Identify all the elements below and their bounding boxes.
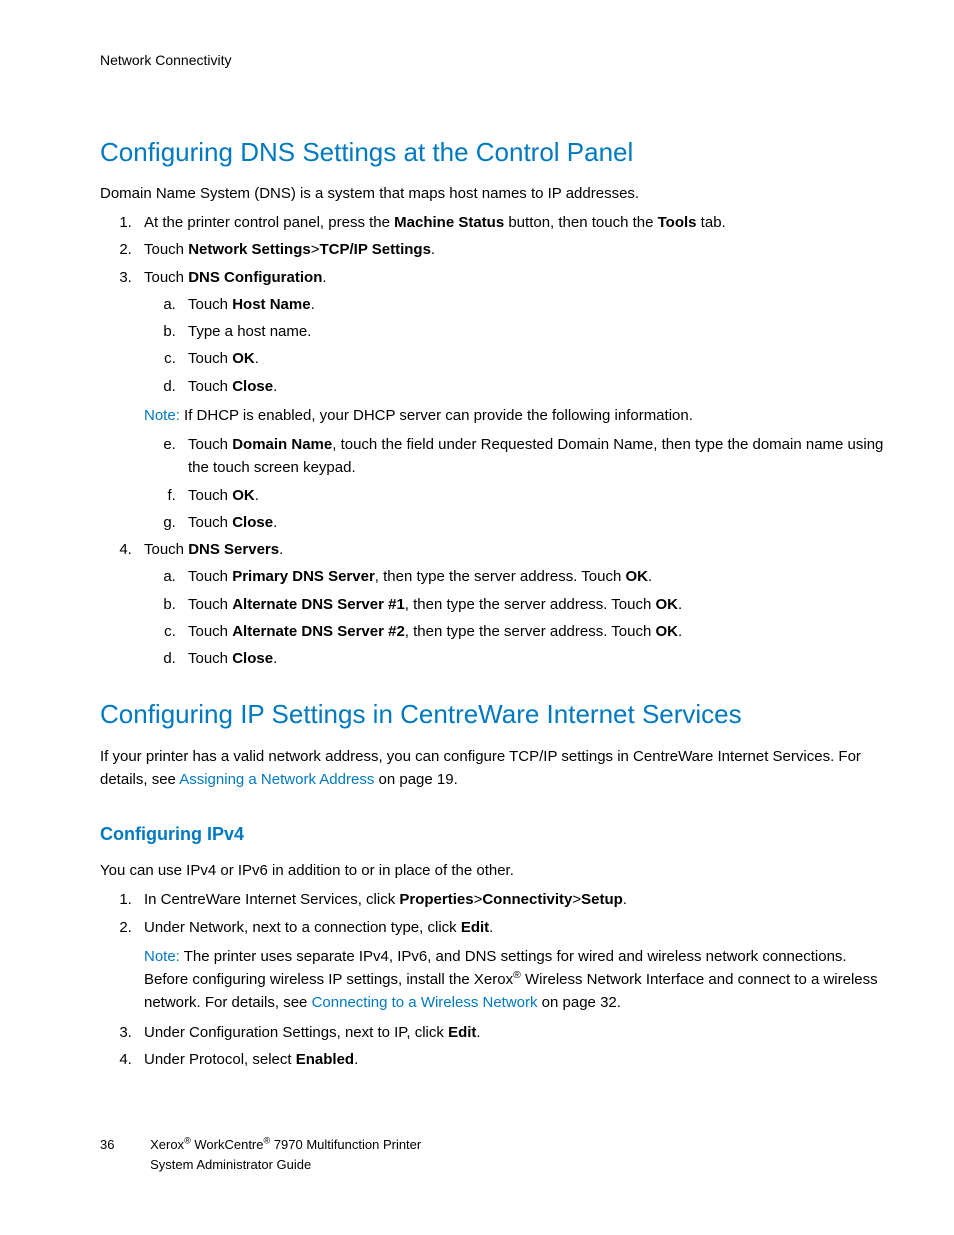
heading-ipv4: Configuring IPv4	[100, 821, 884, 849]
heading-dns: Configuring DNS Settings at the Control …	[100, 132, 884, 172]
ipv4-intro: You can use IPv4 or IPv6 in addition to …	[100, 859, 884, 882]
step-4b: Touch Alternate DNS Server #1, then type…	[180, 593, 884, 616]
step-3-sub: Touch Host Name. Type a host name. Touch…	[144, 293, 884, 398]
page-footer: 36 Xerox® WorkCentre® 7970 Multifunction…	[100, 1135, 421, 1175]
step-3g: Touch Close.	[180, 511, 884, 534]
step-3f: Touch OK.	[180, 484, 884, 507]
ipv4-step-3: Under Configuration Settings, next to IP…	[136, 1021, 884, 1044]
step-3d: Touch Close.	[180, 375, 884, 398]
step-2: Touch Network Settings>TCP/IP Settings.	[136, 238, 884, 261]
step-4c: Touch Alternate DNS Server #2, then type…	[180, 620, 884, 643]
heading-centreware: Configuring IP Settings in CentreWare In…	[100, 694, 884, 734]
centreware-intro: If your printer has a valid network addr…	[100, 745, 884, 792]
ipv4-step-1: In CentreWare Internet Services, click P…	[136, 888, 884, 911]
dhcp-note: Note: If DHCP is enabled, your DHCP serv…	[144, 404, 884, 427]
step-4: Touch DNS Servers. Touch Primary DNS Ser…	[136, 538, 884, 670]
step-3b: Type a host name.	[180, 320, 884, 343]
step-4d: Touch Close.	[180, 647, 884, 670]
step-4-sub: Touch Primary DNS Server, then type the …	[144, 565, 884, 670]
ipv4-step-4: Under Protocol, select Enabled.	[136, 1048, 884, 1071]
ipv4-note: Note: The printer uses separate IPv4, IP…	[144, 945, 884, 1015]
ipv4-step-2: Under Network, next to a connection type…	[136, 916, 884, 1015]
step-3c: Touch OK.	[180, 347, 884, 370]
step-3a: Touch Host Name.	[180, 293, 884, 316]
footer-text: Xerox® WorkCentre® 7970 Multifunction Pr…	[150, 1135, 421, 1175]
link-assign-address[interactable]: Assigning a Network Address	[179, 771, 374, 788]
dns-intro: Domain Name System (DNS) is a system tha…	[100, 182, 884, 205]
step-4a: Touch Primary DNS Server, then type the …	[180, 565, 884, 588]
dns-steps: At the printer control panel, press the …	[100, 211, 884, 670]
link-wireless-network[interactable]: Connecting to a Wireless Network	[312, 994, 538, 1011]
page-number: 36	[100, 1135, 114, 1155]
step-3-sub-cont: Touch Domain Name, touch the field under…	[144, 433, 884, 534]
step-1: At the printer control panel, press the …	[136, 211, 884, 234]
step-3e: Touch Domain Name, touch the field under…	[180, 433, 884, 480]
ipv4-steps: In CentreWare Internet Services, click P…	[100, 888, 884, 1071]
running-header: Network Connectivity	[100, 50, 884, 72]
step-3: Touch DNS Configuration. Touch Host Name…	[136, 266, 884, 535]
